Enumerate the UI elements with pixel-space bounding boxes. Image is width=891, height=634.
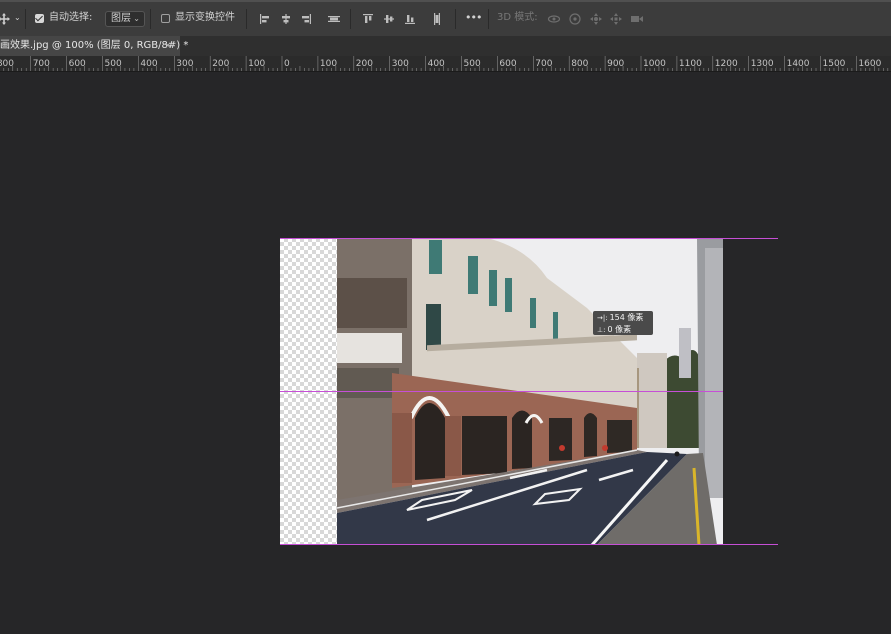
ruler-label: 600: [499, 59, 516, 69]
ruler-label: 1600: [858, 59, 881, 69]
close-icon[interactable]: ×: [164, 36, 172, 56]
tool-preset-chevron-down-icon[interactable]: ⌄: [14, 11, 21, 25]
document-tab-title: 画效果.jpg @ 100% (图层 0, RGB/8#) *: [0, 40, 189, 51]
scale-3d-icon[interactable]: [630, 12, 644, 26]
document-tab[interactable]: 画效果.jpg @ 100% (图层 0, RGB/8#) * ×: [0, 36, 188, 56]
show-transform-controls-label: 显示变换控件: [175, 12, 235, 23]
roll-3d-icon[interactable]: [568, 12, 582, 26]
chevron-down-icon: ⌄: [133, 14, 140, 23]
ruler-label: 100: [320, 59, 337, 69]
pan-3d-icon[interactable]: [589, 12, 603, 26]
ruler-label: 300: [392, 59, 409, 69]
ruler-label: 200: [356, 59, 373, 69]
tooltip-horizontal-offset: →|: 154 像素: [597, 313, 644, 322]
ruler-label: 200: [212, 59, 229, 69]
ruler-label: 1200: [715, 59, 738, 69]
show-transform-controls-checkbox[interactable]: [161, 14, 170, 23]
align-bottom-edges-icon[interactable]: [403, 12, 417, 26]
align-vertical-centers-icon[interactable]: [382, 12, 396, 26]
ruler-label: 1400: [787, 59, 810, 69]
tooltip-vertical-offset: ⊥: 0 像素: [597, 325, 632, 334]
auto-select-target-dropdown[interactable]: 图层 ⌄: [105, 11, 145, 27]
ruler-label: 800: [571, 59, 588, 69]
mode-3d-label: 3D 模式:: [497, 12, 538, 23]
center-smart-guide: [280, 391, 723, 392]
document-tab-bar: 画效果.jpg @ 100% (图层 0, RGB/8#) * ×: [0, 36, 891, 56]
ruler-label: 700: [535, 59, 552, 69]
options-bar: ⌄ 自动选择: 图层 ⌄ 显示变换控件 ••• 3D 模式:: [0, 0, 891, 36]
divider: [150, 9, 151, 29]
ruler-label: 500: [105, 59, 122, 69]
more-options-button[interactable]: •••: [465, 11, 482, 25]
divider: [25, 9, 26, 29]
move-tool-icon[interactable]: [0, 12, 11, 26]
ruler-label: 800: [0, 59, 14, 69]
slide-3d-icon[interactable]: [609, 12, 623, 26]
divider: [488, 9, 489, 29]
align-right-edges-icon[interactable]: [299, 12, 313, 26]
ruler-label: 500: [464, 59, 481, 69]
divider: [350, 9, 351, 29]
ruler-label: 600: [69, 59, 86, 69]
ruler-label: 1100: [679, 59, 702, 69]
divider: [455, 9, 456, 29]
align-horizontal-centers-icon[interactable]: [279, 12, 293, 26]
ruler-label: 300: [176, 59, 193, 69]
divider: [246, 9, 247, 29]
distribute-horizontal-icon[interactable]: [327, 12, 341, 26]
ruler-label: 1500: [823, 59, 846, 69]
move-offset-tooltip: →|: 154 像素 ⊥: 0 像素: [593, 311, 653, 335]
auto-select-label: 自动选择:: [49, 12, 93, 23]
vertical-offset-icon: ⊥:: [597, 326, 606, 334]
ruler-label: 0: [284, 59, 290, 69]
ruler-label: 400: [140, 59, 157, 69]
align-left-edges-icon[interactable]: [258, 12, 272, 26]
ruler-label: 900: [607, 59, 624, 69]
distribute-vertical-icon[interactable]: [430, 12, 444, 26]
ruler-label: 400: [428, 59, 445, 69]
ruler-scale: 8007006005004003002001000100200300400500…: [0, 56, 889, 71]
orbit-3d-icon[interactable]: [547, 12, 561, 26]
auto-select-target-value: 图层: [111, 13, 131, 24]
ruler-label: 700: [33, 59, 50, 69]
ruler-label: 1300: [751, 59, 774, 69]
horizontal-ruler[interactable]: 8007006005004003002001000100200300400500…: [0, 56, 891, 72]
horizontal-offset-icon: →|:: [597, 314, 608, 322]
align-top-edges-icon[interactable]: [361, 12, 375, 26]
auto-select-checkbox[interactable]: [35, 14, 44, 23]
ruler-label: 100: [248, 59, 265, 69]
ruler-label: 1000: [643, 59, 666, 69]
